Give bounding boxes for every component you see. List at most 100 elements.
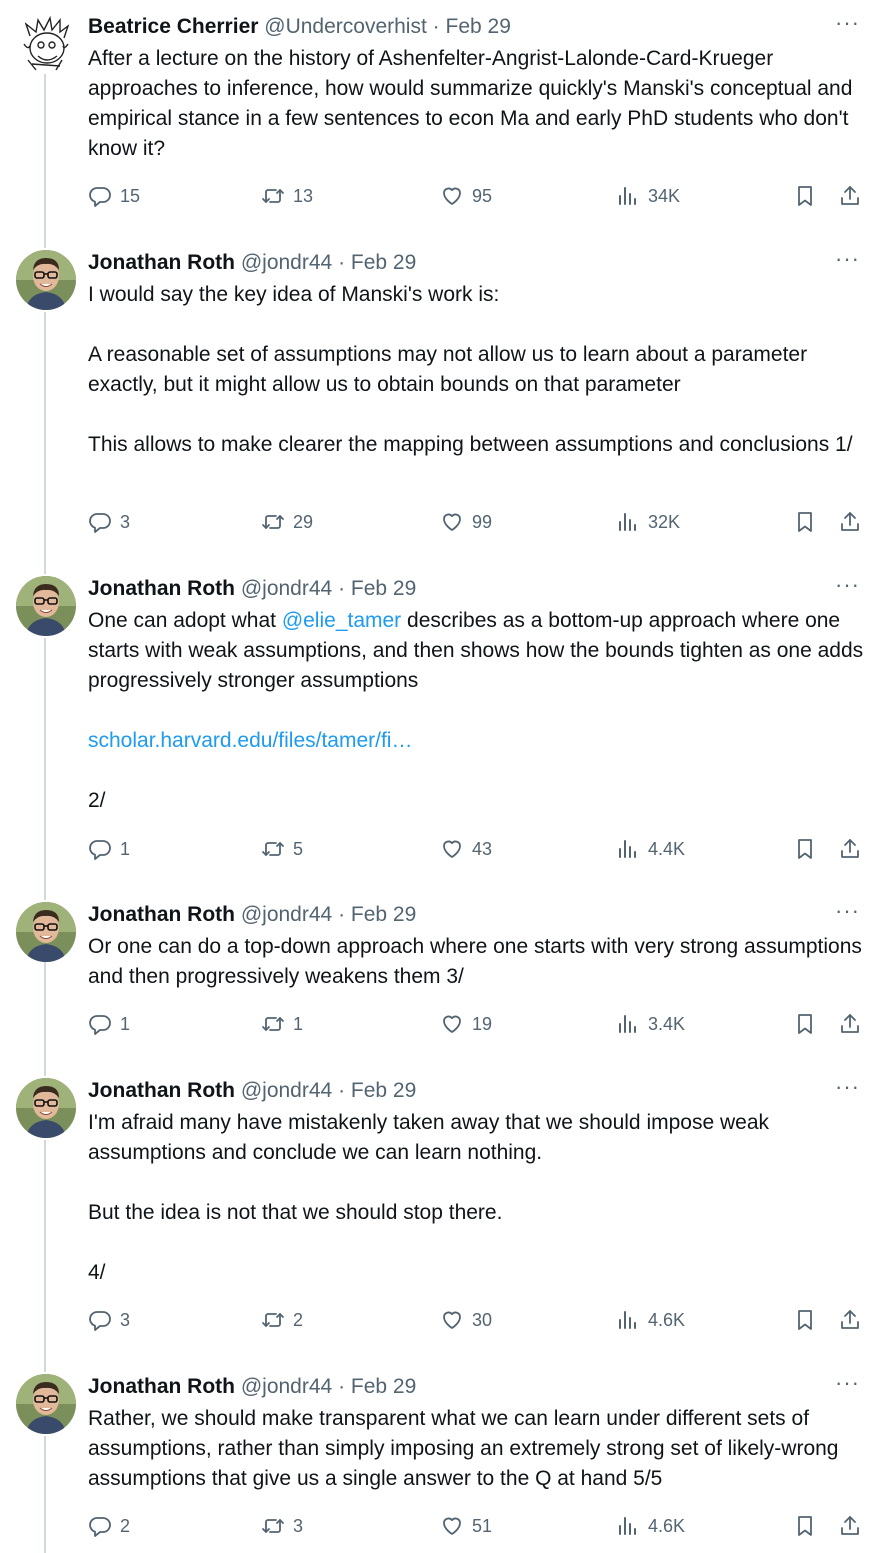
more-options-icon[interactable]: ··· bbox=[835, 1370, 860, 1396]
bookmark-button[interactable] bbox=[793, 837, 817, 861]
reply-button[interactable]: 3 bbox=[88, 510, 130, 534]
retweet-count: 29 bbox=[293, 511, 314, 532]
views-chart-icon bbox=[619, 187, 636, 205]
more-options-icon[interactable]: ··· bbox=[835, 246, 860, 272]
retweet-button[interactable]: 5 bbox=[261, 837, 303, 861]
separator: · bbox=[432, 15, 440, 38]
like-button[interactable]: 99 bbox=[440, 510, 492, 534]
tweet-paragraph: After a lecture on the history of Ashenf… bbox=[88, 47, 853, 160]
author-handle[interactable]: @jondr44 bbox=[241, 1375, 332, 1398]
author-handle[interactable]: @jondr44 bbox=[241, 251, 332, 274]
author-name[interactable]: Jonathan Roth bbox=[88, 251, 235, 274]
avatar[interactable] bbox=[16, 902, 76, 962]
share-button[interactable] bbox=[838, 1308, 862, 1332]
author-name[interactable]: Beatrice Cherrier bbox=[88, 15, 258, 38]
separator: · bbox=[338, 1375, 346, 1398]
more-options-icon[interactable]: ··· bbox=[835, 898, 860, 924]
avatar[interactable] bbox=[16, 250, 76, 310]
tweet-date[interactable]: Feb 29 bbox=[446, 15, 511, 38]
like-button[interactable]: 19 bbox=[440, 1012, 492, 1036]
reply-button[interactable]: 15 bbox=[88, 184, 140, 208]
heart-icon bbox=[443, 840, 461, 858]
views-button[interactable]: 32K bbox=[616, 510, 680, 534]
reply-button[interactable]: 1 bbox=[88, 837, 130, 861]
retweet-icon bbox=[262, 189, 284, 203]
bookmark-button[interactable] bbox=[793, 184, 817, 208]
avatar[interactable] bbox=[16, 1374, 76, 1434]
like-button[interactable]: 43 bbox=[440, 837, 492, 861]
thread-line bbox=[44, 638, 46, 900]
retweet-icon bbox=[262, 1519, 284, 1533]
tweet-date[interactable]: Feb 29 bbox=[351, 1375, 416, 1398]
author-handle[interactable]: @jondr44 bbox=[241, 903, 332, 926]
author-name[interactable]: Jonathan Roth bbox=[88, 1375, 235, 1398]
author-handle[interactable]: @jondr44 bbox=[241, 1079, 332, 1102]
tweet-header: Jonathan Roth @jondr44 · Feb 29 ··· bbox=[88, 572, 870, 602]
url-link[interactable]: scholar.harvard.edu/files/tamer/fi… bbox=[88, 726, 870, 756]
reply-icon bbox=[89, 1517, 111, 1537]
retweet-button[interactable]: 3 bbox=[261, 1514, 303, 1538]
like-button[interactable]: 30 bbox=[440, 1308, 492, 1332]
tweet-text: After a lecture on the history of Ashenf… bbox=[88, 44, 870, 164]
share-button[interactable] bbox=[838, 510, 862, 534]
action-bar: 15 13 95 34K bbox=[88, 184, 870, 214]
thread-line bbox=[44, 962, 46, 1076]
separator: · bbox=[338, 251, 346, 274]
share-button[interactable] bbox=[838, 184, 862, 208]
tweet-paragraph: I would say the key idea of Manski's wor… bbox=[88, 283, 500, 306]
views-count: 34K bbox=[648, 185, 681, 206]
views-button[interactable]: 4.6K bbox=[616, 1514, 685, 1538]
mention-link[interactable]: @elie_tamer bbox=[282, 609, 401, 632]
bookmark-icon bbox=[798, 1516, 812, 1536]
reply-button[interactable]: 3 bbox=[88, 1308, 130, 1332]
views-button[interactable]: 34K bbox=[616, 184, 680, 208]
profile-photo-icon bbox=[16, 902, 76, 962]
tweet-date[interactable]: Feb 29 bbox=[351, 251, 416, 274]
retweet-button[interactable]: 1 bbox=[261, 1012, 303, 1036]
like-button[interactable]: 51 bbox=[440, 1514, 492, 1538]
bookmark-icon bbox=[798, 512, 812, 532]
avatar[interactable] bbox=[16, 576, 76, 636]
retweet-button[interactable]: 13 bbox=[261, 184, 313, 208]
action-bar: 2 3 51 4.6K bbox=[88, 1514, 870, 1544]
bookmark-button[interactable] bbox=[793, 1012, 817, 1036]
bookmark-button[interactable] bbox=[793, 1514, 817, 1538]
tweet-date[interactable]: Feb 29 bbox=[351, 1079, 416, 1102]
author-handle[interactable]: @Undercoverhist bbox=[264, 15, 427, 38]
share-button[interactable] bbox=[838, 1012, 862, 1036]
views-button[interactable]: 4.6K bbox=[616, 1308, 685, 1332]
more-options-icon[interactable]: ··· bbox=[835, 572, 860, 598]
tweet-date[interactable]: Feb 29 bbox=[351, 903, 416, 926]
author-name[interactable]: Jonathan Roth bbox=[88, 1079, 235, 1102]
share-icon bbox=[841, 839, 859, 858]
tweet-date[interactable]: Feb 29 bbox=[351, 577, 416, 600]
author-name[interactable]: Jonathan Roth bbox=[88, 577, 235, 600]
avatar[interactable] bbox=[16, 14, 76, 74]
share-icon bbox=[841, 1014, 859, 1033]
bookmark-button[interactable] bbox=[793, 510, 817, 534]
retweet-button[interactable]: 2 bbox=[261, 1308, 303, 1332]
tweet-paragraph: But the idea is not that we should stop … bbox=[88, 1201, 503, 1224]
tweet-header: Jonathan Roth @jondr44 · Feb 29 ··· bbox=[88, 898, 870, 928]
more-options-icon[interactable]: ··· bbox=[835, 10, 860, 36]
like-button[interactable]: 95 bbox=[440, 184, 492, 208]
sketch-avatar-icon bbox=[16, 14, 76, 74]
bookmark-button[interactable] bbox=[793, 1308, 817, 1332]
avatar[interactable] bbox=[16, 1078, 76, 1138]
reply-count: 15 bbox=[120, 185, 141, 206]
author-handle[interactable]: @jondr44 bbox=[241, 577, 332, 600]
views-button[interactable]: 3.4K bbox=[616, 1012, 685, 1036]
heart-icon bbox=[443, 1015, 461, 1033]
share-button[interactable] bbox=[838, 1514, 862, 1538]
like-count: 51 bbox=[472, 1515, 493, 1536]
views-button[interactable]: 4.4K bbox=[616, 837, 685, 861]
tweet-paragraph: I'm afraid many have mistakenly taken aw… bbox=[88, 1111, 770, 1164]
more-options-icon[interactable]: ··· bbox=[835, 1074, 860, 1100]
reply-button[interactable]: 1 bbox=[88, 1012, 130, 1036]
bookmark-icon bbox=[798, 839, 812, 859]
reply-button[interactable]: 2 bbox=[88, 1514, 130, 1538]
retweet-button[interactable]: 29 bbox=[261, 510, 313, 534]
action-bar: 1 1 19 3.4K bbox=[88, 1012, 870, 1042]
author-name[interactable]: Jonathan Roth bbox=[88, 903, 235, 926]
share-button[interactable] bbox=[838, 837, 862, 861]
